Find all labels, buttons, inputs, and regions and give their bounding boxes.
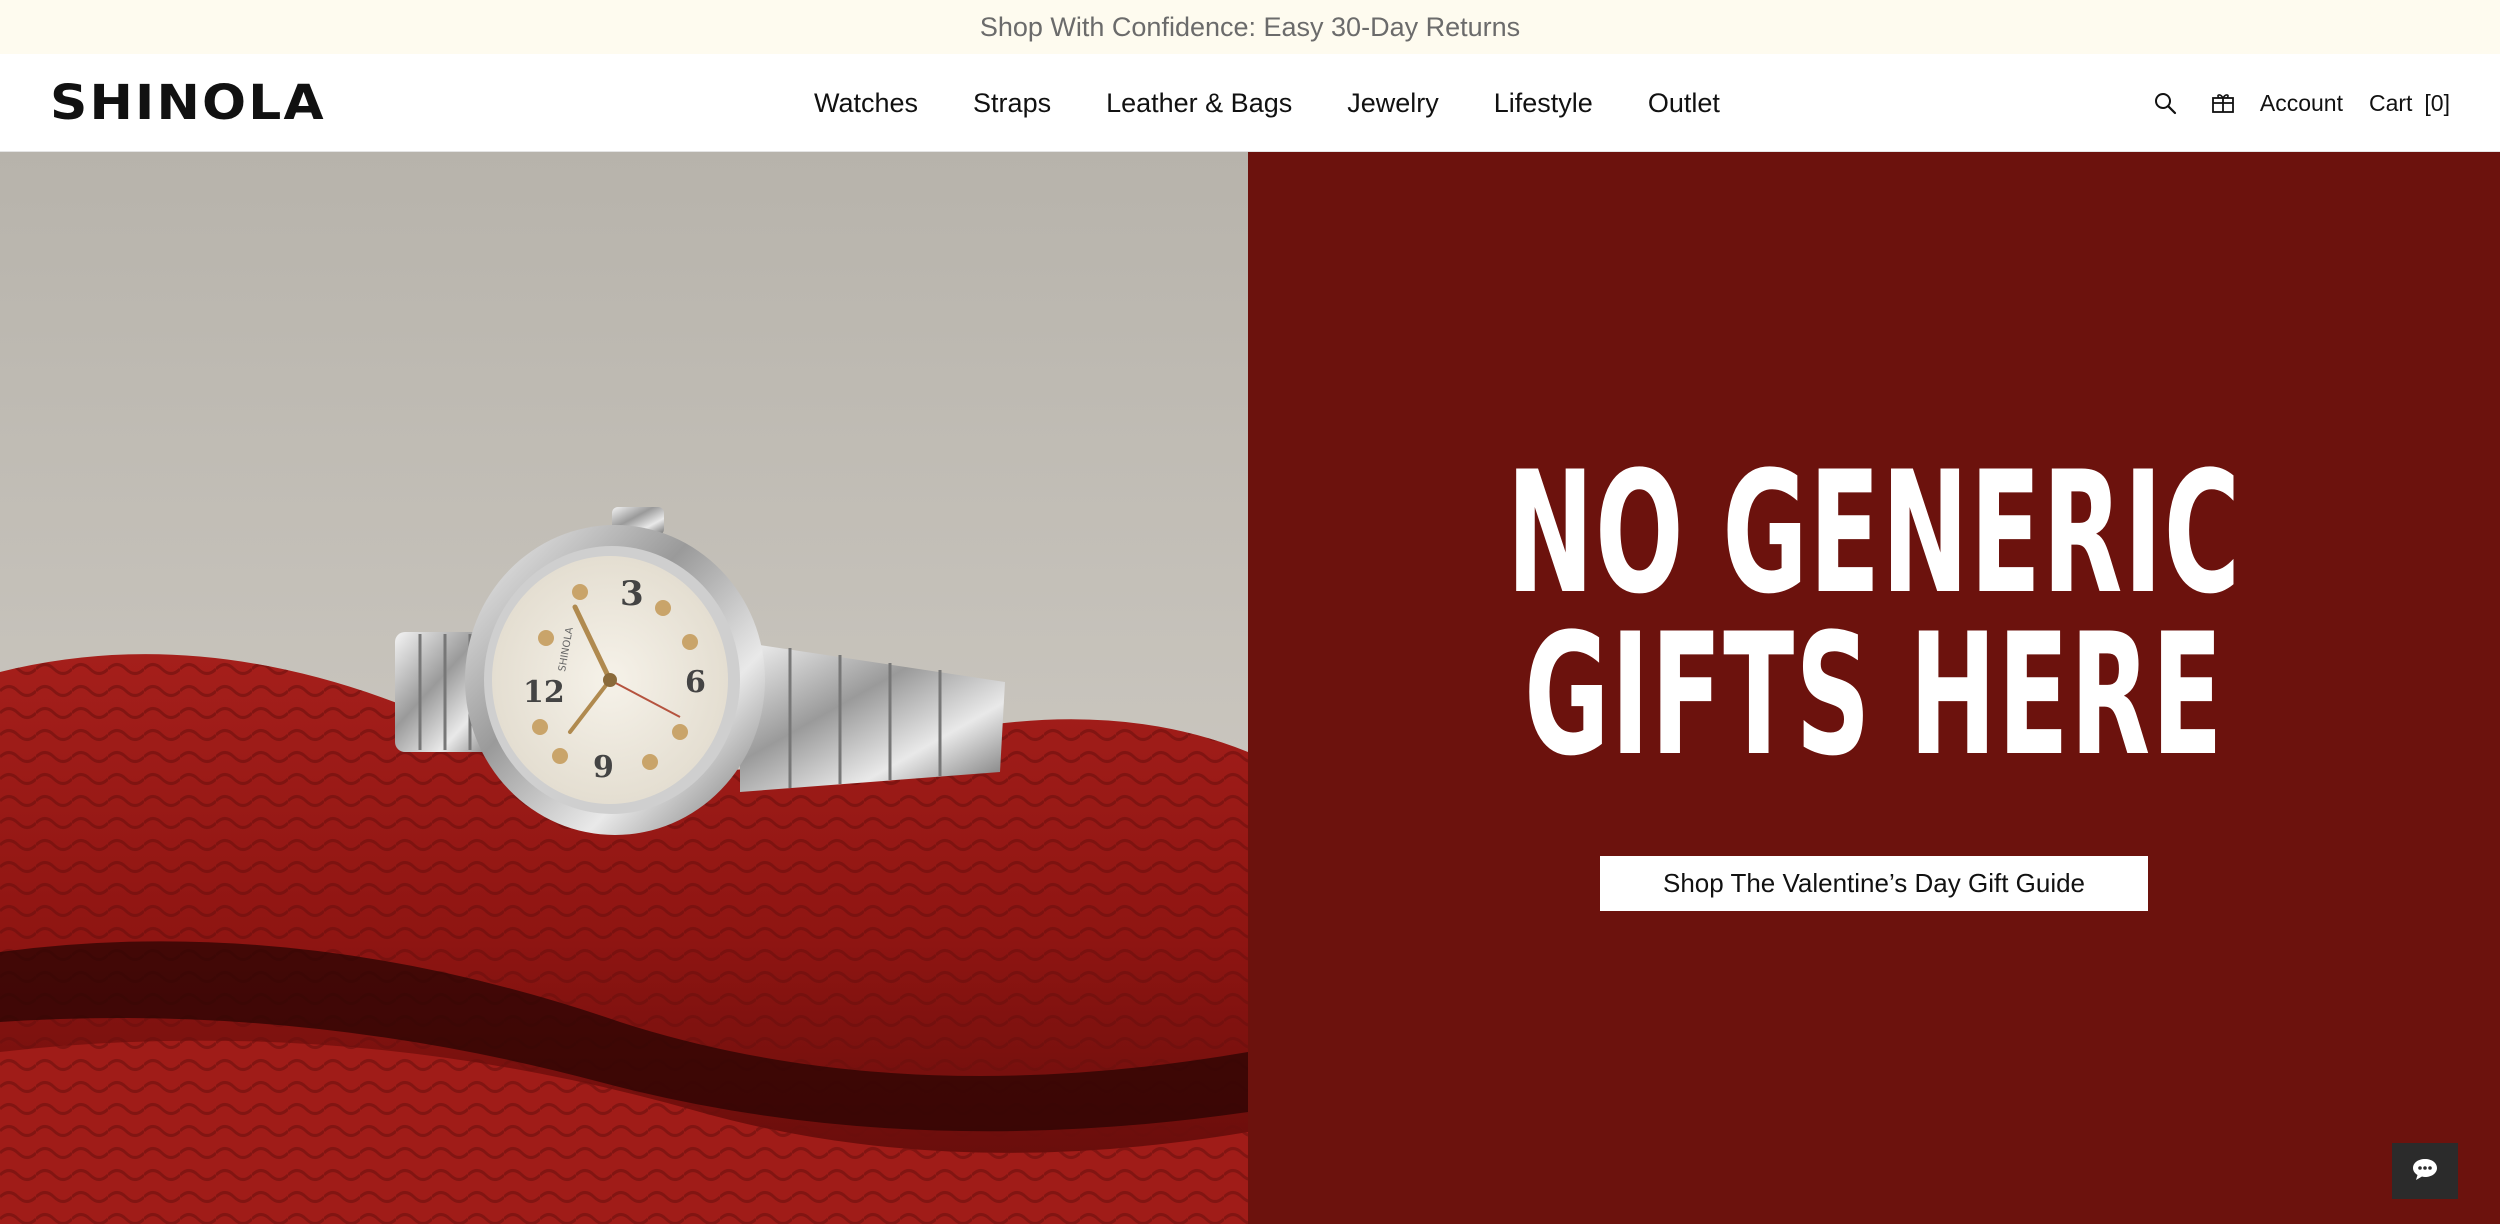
main-nav: Watches Straps Leather & Bags Jewelry Li… (814, 54, 1720, 152)
gift-icon[interactable] (2210, 90, 2236, 116)
headline-line-1: NO GENERIC (1506, 435, 2242, 631)
nav-item-leather-bags[interactable]: Leather & Bags (1106, 88, 1292, 119)
account-link[interactable]: Account (2260, 90, 2343, 117)
search-icon[interactable] (2152, 90, 2178, 116)
svg-text:3: 3 (620, 574, 644, 614)
chat-bubble-icon (2412, 1157, 2438, 1186)
cart-label: Cart (2368, 89, 2413, 116)
hero-promo-panel: NO GENERIC GIFTS HERE Shop The Valentine… (1248, 152, 2500, 1224)
headline-line-2: GIFTS HERE (1524, 597, 2224, 793)
nav-item-straps[interactable]: Straps (973, 88, 1051, 119)
svg-text:9: 9 (593, 750, 614, 785)
chat-button[interactable] (2392, 1143, 2458, 1199)
utility-nav: Account Cart [0] (2152, 54, 2450, 152)
announcement-text: Shop With Confidence: Easy 30-Day Return… (979, 11, 1521, 42)
site-header: SHINOLA Watches Straps Leather & Bags Je… (0, 54, 2500, 152)
hero-watch-image[interactable]: 3 6 9 12 SHINOLA (0, 152, 1248, 1224)
shinola-logo[interactable]: SHINOLA (50, 77, 326, 129)
nav-item-lifestyle[interactable]: Lifestyle (1494, 88, 1593, 119)
cart-count: [0] (2424, 89, 2450, 116)
nav-item-watches[interactable]: Watches (814, 88, 918, 119)
hero-banner: 3 6 9 12 SHINOLA NO GENERIC GIFTS HERE S… (0, 152, 2500, 1224)
nav-item-jewelry[interactable]: Jewelry (1347, 88, 1439, 119)
svg-text:12: 12 (523, 675, 565, 710)
gift-guide-button[interactable]: Shop The Valentine’s Day Gift Guide (1600, 856, 2148, 911)
svg-text:6: 6 (685, 665, 706, 700)
announcement-bar: Shop With Confidence: Easy 30-Day Return… (0, 0, 2500, 54)
cart-link[interactable]: Cart [0] (2369, 90, 2450, 117)
hero-headline: NO GENERIC GIFTS HERE (1248, 435, 2500, 793)
nav-item-outlet[interactable]: Outlet (1648, 88, 1720, 119)
